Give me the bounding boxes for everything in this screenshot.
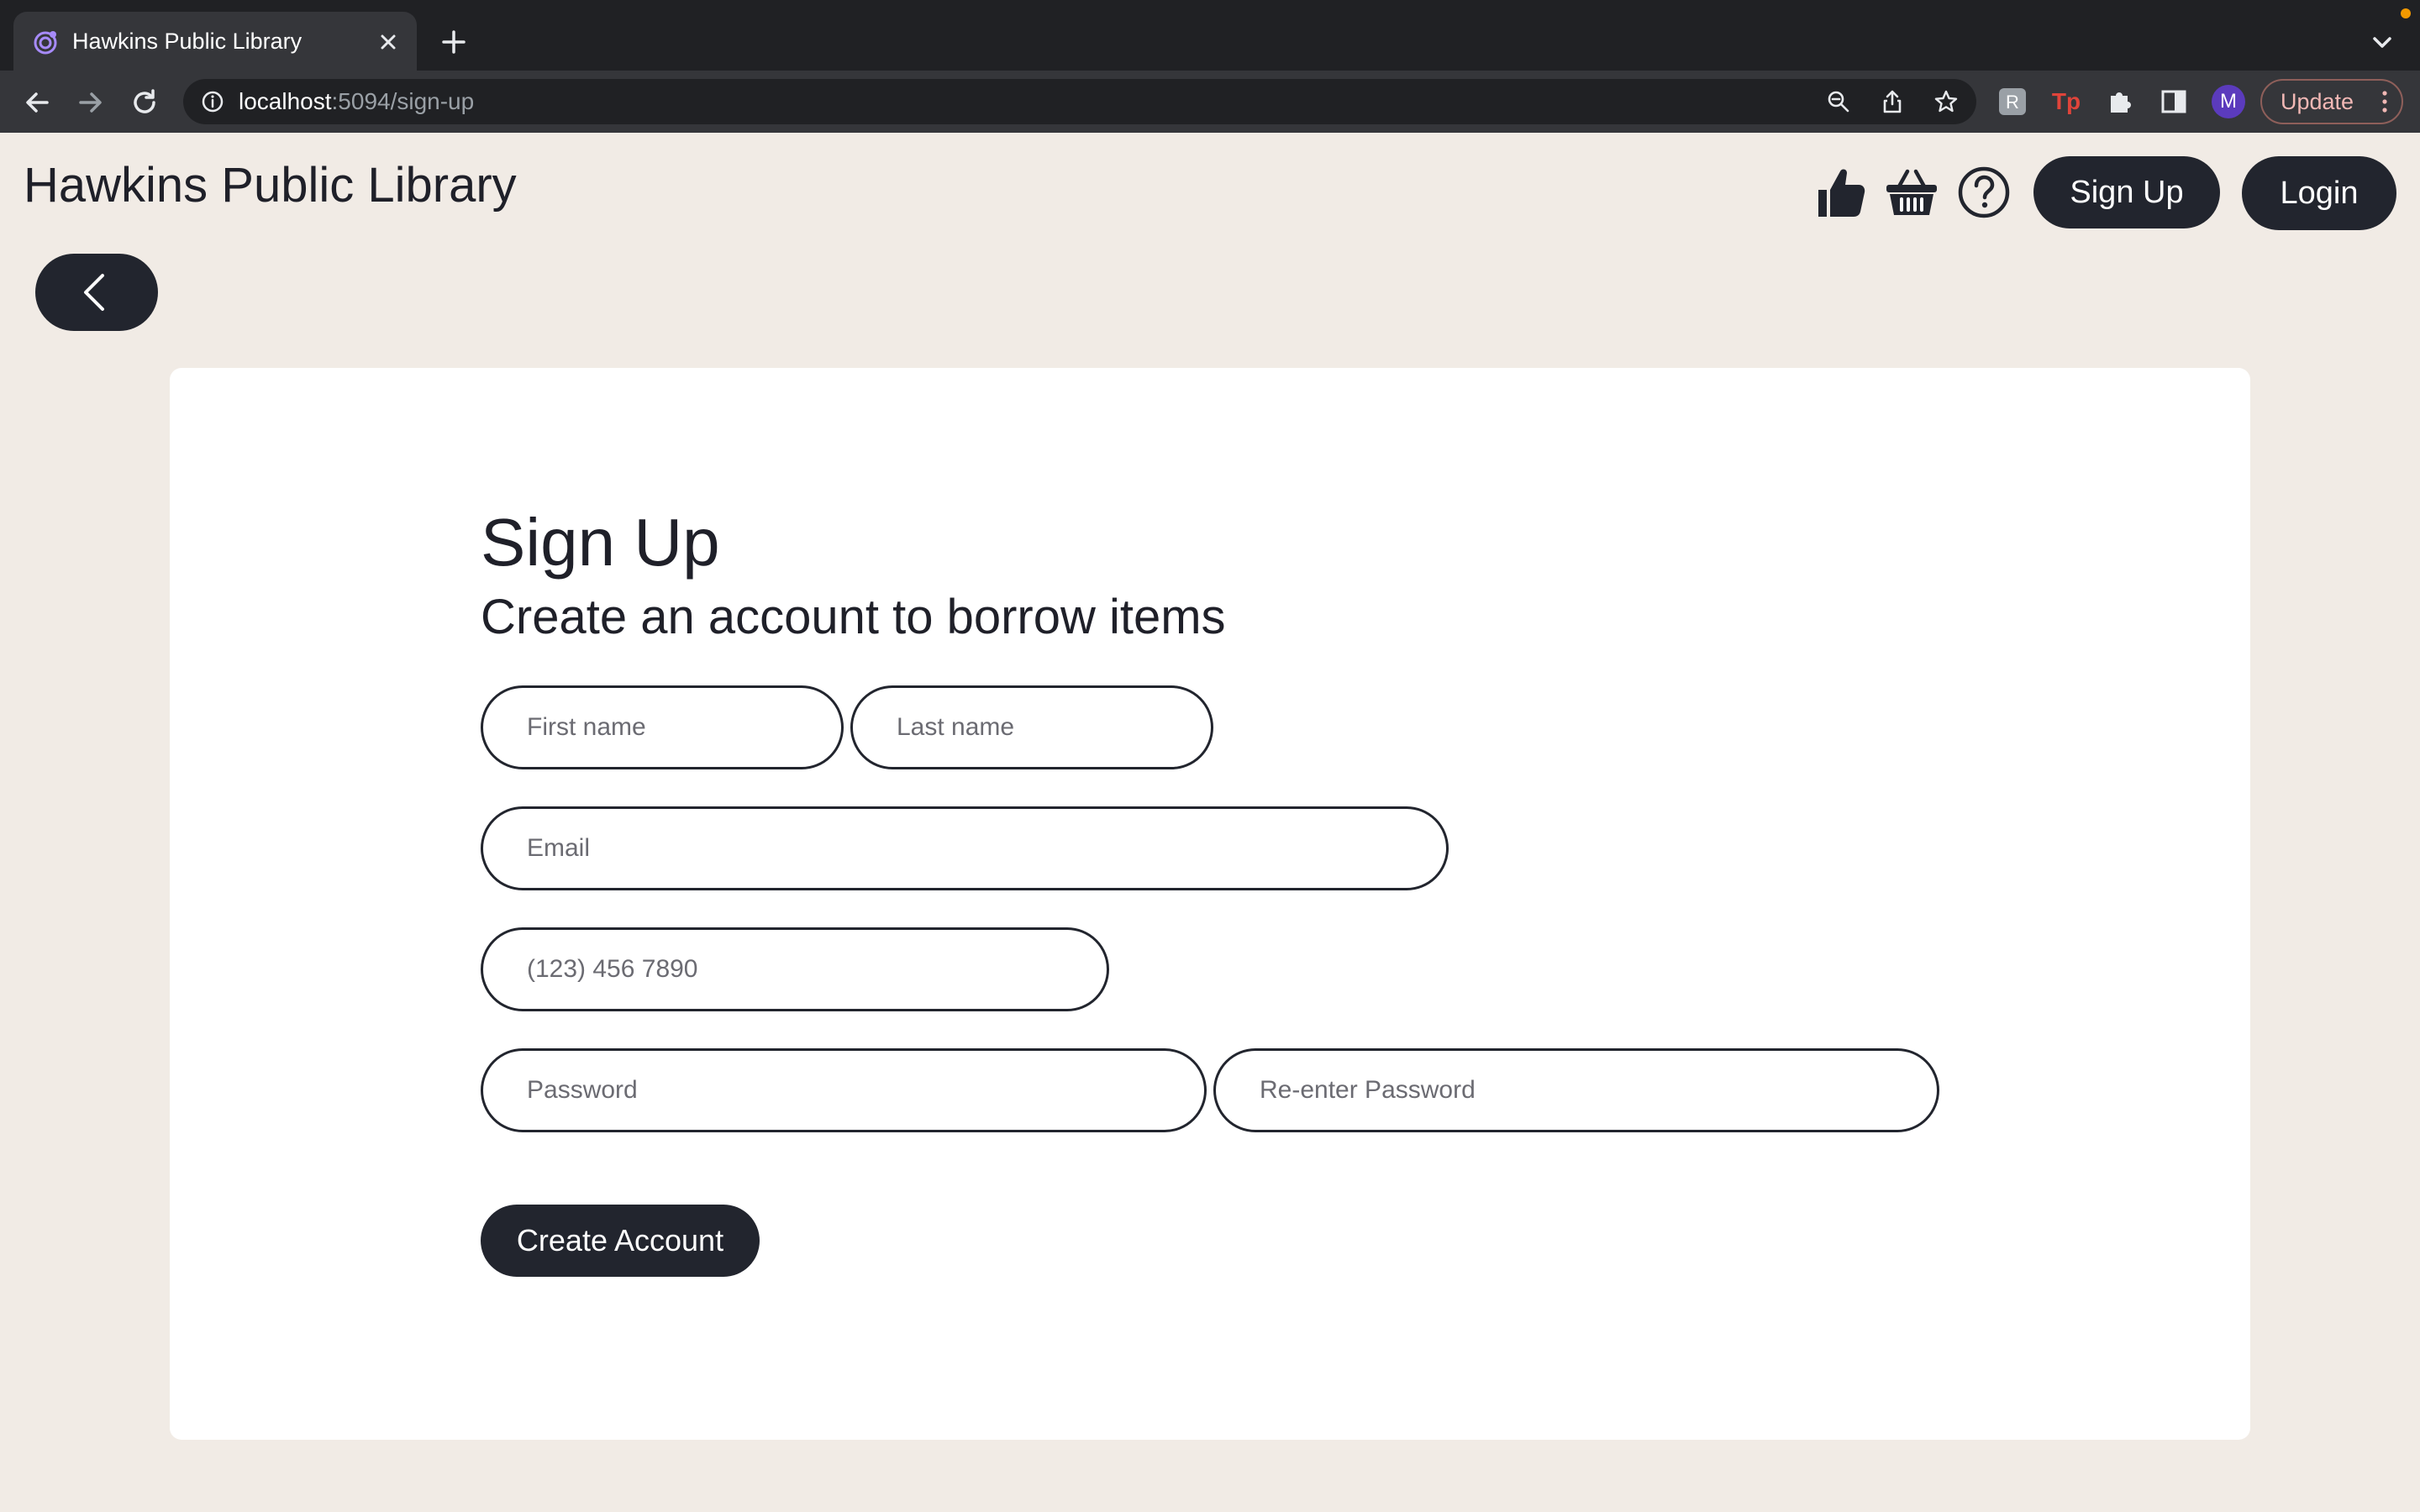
back-arrow-icon[interactable] bbox=[20, 86, 54, 119]
address-bar[interactable]: localhost:5094/sign-up bbox=[183, 79, 1976, 124]
form-subtitle: Create an account to borrow items bbox=[481, 590, 1226, 644]
more-menu-icon[interactable] bbox=[2381, 91, 2388, 113]
form-title: Sign Up bbox=[481, 505, 720, 580]
url-host: localhost bbox=[239, 88, 332, 114]
extension-r-icon[interactable]: R bbox=[1996, 86, 2028, 118]
new-tab-icon[interactable] bbox=[437, 25, 471, 59]
phone-input[interactable] bbox=[481, 927, 1109, 1011]
notification-dot bbox=[2401, 8, 2411, 18]
email-input[interactable] bbox=[481, 806, 1449, 890]
first-name-input[interactable] bbox=[481, 685, 844, 769]
site-title[interactable]: Hawkins Public Library bbox=[24, 156, 517, 215]
bookmark-star-icon[interactable] bbox=[1933, 88, 1960, 115]
svg-text:R: R bbox=[2006, 92, 2019, 113]
site-info-icon[interactable] bbox=[200, 89, 225, 114]
last-name-input[interactable] bbox=[850, 685, 1213, 769]
svg-text:Tp: Tp bbox=[2052, 88, 2081, 114]
url-path: :5094/sign-up bbox=[331, 88, 475, 114]
reload-icon[interactable] bbox=[128, 86, 161, 119]
site-favicon-icon bbox=[34, 31, 57, 55]
extensions-puzzle-icon[interactable] bbox=[2104, 86, 2136, 118]
forward-arrow-icon[interactable] bbox=[74, 86, 108, 119]
help-icon[interactable] bbox=[1954, 163, 2013, 222]
thumbs-up-icon[interactable] bbox=[1810, 163, 1869, 222]
tab-title: Hawkins Public Library bbox=[72, 29, 302, 54]
tab-search-chevron-icon[interactable] bbox=[2368, 29, 2396, 57]
reenter-password-input[interactable] bbox=[1213, 1048, 1939, 1132]
profile-avatar[interactable]: M bbox=[2212, 85, 2245, 118]
browser-tab-strip: Hawkins Public Library bbox=[0, 0, 2420, 71]
url-text[interactable]: localhost:5094/sign-up bbox=[239, 87, 474, 116]
zoom-icon[interactable] bbox=[1825, 88, 1852, 115]
chevron-left-icon bbox=[84, 274, 104, 311]
browser-toolbar: localhost:5094/sign-up R Tp M Update bbox=[0, 71, 2420, 133]
basket-icon[interactable] bbox=[1882, 163, 1941, 222]
password-input[interactable] bbox=[481, 1048, 1207, 1132]
header-signup-button[interactable]: Sign Up bbox=[2033, 156, 2220, 228]
back-button[interactable] bbox=[35, 254, 158, 331]
side-panel-icon[interactable] bbox=[2158, 86, 2190, 118]
update-label: Update bbox=[2281, 89, 2354, 114]
close-tab-icon[interactable] bbox=[375, 29, 402, 55]
update-button[interactable]: Update bbox=[2260, 79, 2403, 124]
create-account-button[interactable]: Create Account bbox=[481, 1205, 760, 1277]
share-icon[interactable] bbox=[1879, 88, 1906, 115]
header-login-button[interactable]: Login bbox=[2242, 156, 2396, 230]
browser-tab[interactable]: Hawkins Public Library bbox=[13, 12, 417, 71]
extension-tp-icon[interactable]: Tp bbox=[2050, 86, 2082, 118]
